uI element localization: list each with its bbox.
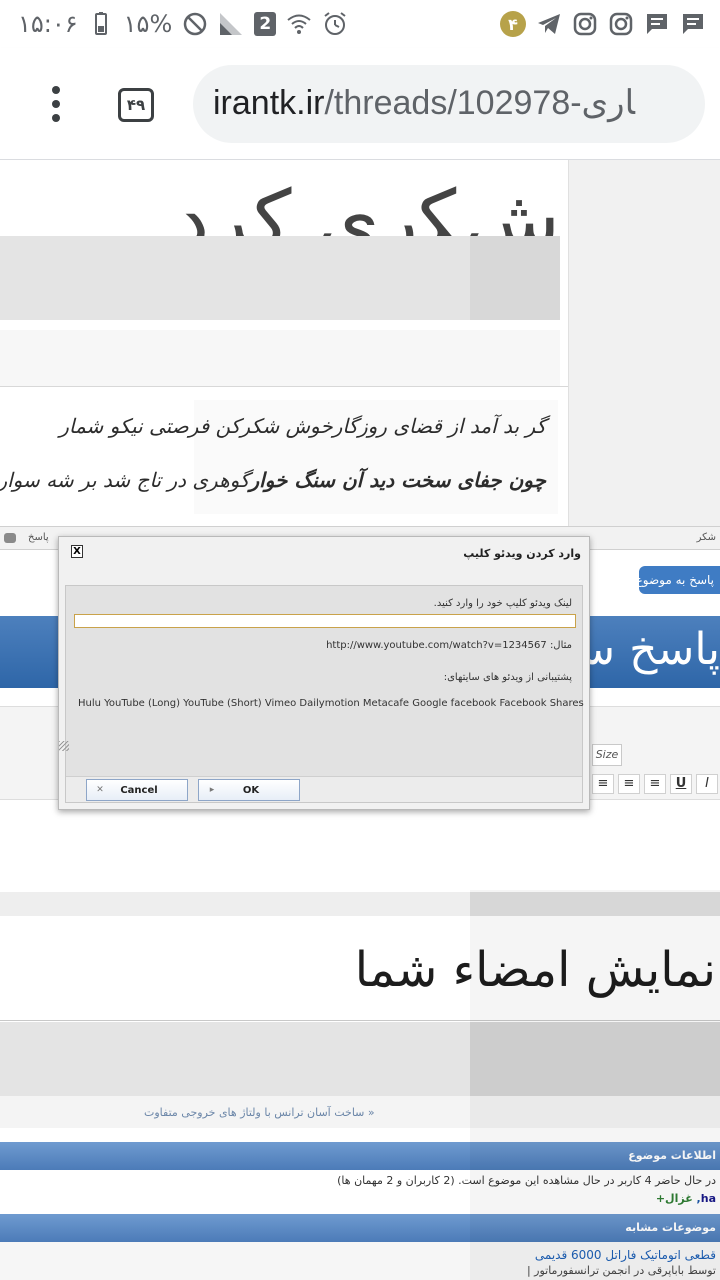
post-actions-left: پاسخ <box>4 532 49 543</box>
signature-poem: گر بد آمد از قضای روزگار خوش شکرکن فرصتی… <box>0 400 558 514</box>
thread-info-title: اطلاعات موضوع <box>628 1149 716 1162</box>
video-url-input[interactable] <box>74 614 576 628</box>
divider <box>0 386 568 387</box>
similar-thread-link[interactable]: قطعی اتوماتیک فاراتل 6000 قدیمی <box>535 1248 716 1262</box>
supported-sites-label: پشتیبانی از ویدئو های سایتهای: <box>443 672 572 683</box>
clock: ۱۵:۰۶ <box>18 10 78 38</box>
signal-icon <box>220 13 243 35</box>
thanks-link[interactable]: شکر <box>697 532 716 543</box>
gray-band <box>0 892 470 916</box>
gray-band <box>470 1022 720 1096</box>
align-right-icon[interactable]: ≡ <box>644 774 666 794</box>
ok-label: OK <box>242 784 260 796</box>
poem-hemistich: چون جفای سخت دید آن سنگ خوار <box>249 468 546 492</box>
similar-threads-title: موضوعات مشابه <box>625 1221 716 1234</box>
sim-badge: 2 <box>254 12 277 36</box>
similar-threads-header: موضوعات مشابه <box>0 1214 720 1242</box>
align-center-icon[interactable]: ≡ <box>618 774 640 794</box>
gray-band <box>0 1022 470 1096</box>
post-heading: ﺵﮑﺭی کرﺩﻡ <box>170 173 560 238</box>
viewer-name[interactable]: غزال+ <box>656 1192 693 1205</box>
reply-link[interactable]: پاسخ <box>28 532 49 543</box>
more-menu-icon[interactable] <box>40 84 72 124</box>
alarm-icon <box>324 12 346 35</box>
tab-switcher-button[interactable]: ۴۹ <box>118 88 154 122</box>
resize-handle[interactable] <box>59 741 69 751</box>
gray-band <box>470 892 720 916</box>
message-icon <box>683 14 703 34</box>
font-size-select[interactable]: Size <box>592 744 622 766</box>
cancel-x-icon: ✕ <box>96 785 104 795</box>
supported-sites-list: Hulu YouTube (Long) YouTube (Short) Vime… <box>78 698 584 709</box>
cancel-button[interactable]: ✕ Cancel <box>86 779 188 801</box>
instagram-icon <box>573 12 597 36</box>
example-url: http://www.youtube.com/watch?v=1234567 <box>326 640 547 651</box>
url-path: /threads/102978-ﺎﺭی <box>324 84 635 122</box>
battery-icon <box>94 12 107 35</box>
quote-icon[interactable] <box>4 532 16 543</box>
previous-thread-link[interactable]: « ساخت آسان ترانس با ولتاژ های خروجی متف… <box>144 1106 375 1119</box>
browser-toolbar: ۴۹ irantk.ir/threads/102978-ﺎﺭی <box>0 48 720 160</box>
poem-hemistich: خوش شکرکن فرصتی نیکو شمار <box>59 414 333 438</box>
status-left: ۱۵:۰۶ ۱۵% 2 <box>18 8 348 40</box>
url-host: irantk.ir <box>213 84 325 122</box>
gray-band <box>0 236 470 320</box>
notification-count-badge: ۴ <box>500 11 526 37</box>
reply-to-topic-button[interactable]: پاسخ به موضوع <box>639 566 720 594</box>
video-link-label: لینک ویدئو کلیپ خود را وارد کنید. <box>433 598 572 609</box>
message-icon <box>647 14 667 34</box>
dnd-icon <box>184 12 207 36</box>
wifi-icon <box>287 14 311 34</box>
battery-percent: ۱۵% <box>123 10 173 38</box>
address-bar[interactable]: irantk.ir/threads/102978-ﺎﺭی <box>193 65 705 143</box>
example-text: مثال: http://www.youtube.com/watch?v=123… <box>326 640 572 651</box>
ok-button[interactable]: ▸ OK <box>198 779 300 801</box>
thread-info-header: اطلاعات موضوع <box>0 1142 720 1170</box>
poem-line: گر بد آمد از قضای روزگار خوش شکرکن فرصتی… <box>59 414 546 438</box>
viewers-text: در حال حاضر 4 کاربر در حال مشاهده این مو… <box>337 1174 716 1187</box>
underline-icon[interactable]: U <box>670 774 692 794</box>
instagram-icon <box>609 12 633 36</box>
viewer-names: ha, غزال+ <box>655 1192 716 1205</box>
url-text: irantk.ir/threads/102978-ﺎﺭی <box>213 83 635 123</box>
cancel-label: Cancel <box>120 784 158 796</box>
light-band <box>0 330 560 386</box>
poem-line: چون جفای سخت دید آن سنگ خوار گوهری در تا… <box>0 468 546 492</box>
similar-thread-meta: توسط باباپرقی در انجمن ترانسفورماتور | <box>526 1264 716 1277</box>
dialog-body: لینک ویدئو کلیپ خود را وارد کنید. مثال: … <box>65 585 584 803</box>
dialog-title: وارد کردن ویدئو کلیپ <box>463 547 581 560</box>
viewer-name[interactable]: ha <box>701 1192 716 1205</box>
ok-arrow-icon: ▸ <box>209 785 215 795</box>
telegram-icon <box>538 14 560 34</box>
italic-icon[interactable]: I <box>696 774 718 794</box>
close-icon[interactable]: X <box>71 545 83 558</box>
status-right: ۴ <box>500 8 706 40</box>
example-label: مثال: <box>549 640 572 651</box>
dialog-footer: ✕ Cancel ▸ OK <box>66 776 582 802</box>
poem-hemistich: گر بد آمد از قضای روزگار <box>332 414 546 438</box>
editor-format-row: ≡ ≡ ≡ U I <box>592 774 718 796</box>
divider <box>0 1020 720 1021</box>
status-bar: ۱۵:۰۶ ۱۵% 2 ۴ <box>0 0 720 48</box>
show-signature-heading: نمایش امضاء شما <box>354 942 716 998</box>
page-gutter <box>568 160 720 530</box>
poem-hemistich: گوهری در تاج شد بر شه سوار <box>0 468 250 492</box>
gray-band <box>470 236 560 320</box>
insert-video-dialog: وارد کردن ویدئو کلیپ X لینک ویدئو کلیپ خ… <box>58 536 590 810</box>
align-left-icon[interactable]: ≡ <box>592 774 614 794</box>
